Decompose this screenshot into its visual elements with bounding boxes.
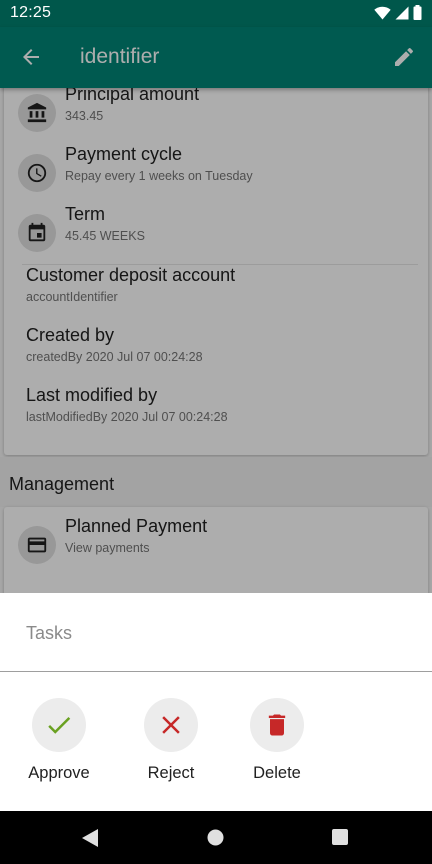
reject-label: Reject <box>147 764 195 782</box>
delete-label: Delete <box>253 764 301 782</box>
delete-button[interactable]: Delete <box>227 698 327 788</box>
status-bar: 12:25 <box>0 0 432 27</box>
nav-back-icon <box>82 829 98 847</box>
trash-icon <box>268 714 286 736</box>
signal-icon <box>395 6 409 19</box>
approve-button[interactable]: Approve <box>9 698 109 788</box>
nav-home-button[interactable] <box>207 829 224 851</box>
battery-icon <box>413 5 422 20</box>
check-icon <box>48 716 71 734</box>
approve-label: Approve <box>28 764 90 782</box>
status-time: 12:25 <box>10 4 52 21</box>
divider <box>0 671 432 672</box>
modal-scrim[interactable] <box>0 27 432 593</box>
nav-recents-button[interactable] <box>332 829 348 850</box>
nav-back-button[interactable] <box>82 829 99 852</box>
wifi-icon <box>374 6 391 20</box>
close-icon <box>162 716 180 734</box>
status-icons <box>374 5 422 20</box>
nav-home-icon <box>207 829 224 846</box>
system-nav-bar <box>0 811 432 864</box>
tasks-bottom-sheet: Tasks Approve Reject Delete <box>0 593 432 811</box>
sheet-title: Tasks <box>26 623 73 643</box>
nav-recents-icon <box>332 829 348 845</box>
reject-button[interactable]: Reject <box>121 698 221 788</box>
